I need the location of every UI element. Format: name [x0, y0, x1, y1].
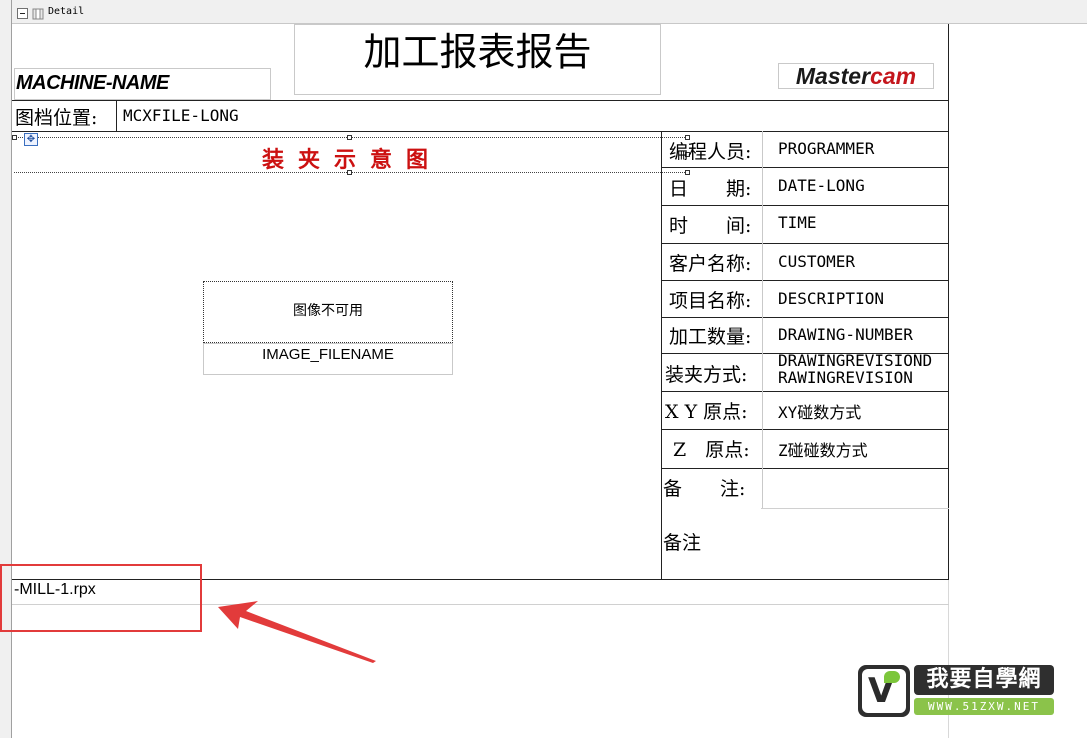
- grid-line: [661, 317, 949, 318]
- z-origin-label: Z 原点:: [673, 439, 750, 461]
- time-value[interactable]: TIME: [778, 213, 817, 232]
- mastercam-logo[interactable]: Mastercam: [778, 63, 934, 89]
- grid-line: [762, 131, 763, 508]
- project-name-value[interactable]: DESCRIPTION: [778, 289, 884, 308]
- watermark-url: WWW.51ZXW.NET: [914, 698, 1054, 715]
- band-icon: [32, 8, 44, 20]
- fixture-image-placeholder[interactable]: 图像不可用: [203, 281, 453, 343]
- grid-line: [661, 429, 949, 430]
- grid-line: [661, 391, 949, 392]
- quantity-value[interactable]: DRAWING-NUMBER: [778, 325, 913, 344]
- customer-label: 客户名称:: [669, 253, 752, 275]
- date-value[interactable]: DATE-LONG: [778, 176, 865, 195]
- project-name-label: 项目名称:: [669, 290, 752, 312]
- red-arrow-icon: [218, 601, 376, 663]
- grid-line: [661, 205, 949, 206]
- machine-name-text: MACHINE-NAME: [16, 72, 169, 94]
- report-margin-area: [948, 24, 1087, 738]
- move-handle-icon[interactable]: ✥: [24, 133, 38, 146]
- file-location-label: 图档位置:: [15, 107, 98, 129]
- grid-line: [12, 100, 949, 101]
- band-label: Detail: [48, 6, 85, 17]
- fixture-method-label: 装夹方式:: [665, 364, 748, 386]
- resize-handle[interactable]: [12, 135, 17, 140]
- grid-line: [661, 280, 949, 281]
- programmer-value[interactable]: PROGRAMMER: [778, 139, 874, 158]
- date-label: 日 期:: [669, 178, 752, 200]
- grid-line: [761, 508, 949, 509]
- watermark: V 我要自學網 WWW.51ZXW.NET: [858, 665, 1054, 717]
- detail-band-header[interactable]: [0, 0, 1087, 24]
- resize-handle[interactable]: [347, 135, 352, 140]
- fixture-diagram-title: 装夹示意图: [262, 147, 443, 173]
- grid-line: [661, 243, 949, 244]
- xy-origin-value[interactable]: XY碰数方式: [778, 399, 861, 423]
- watermark-title: 我要自學網: [914, 665, 1054, 695]
- info-panel: 编程人员: PROGRAMMER 日 期: DATE-LONG 时 间: TIM…: [661, 131, 949, 509]
- logo-text-main: Master: [795, 63, 871, 89]
- file-location-value[interactable]: MCXFILE-LONG: [123, 106, 239, 125]
- customer-value[interactable]: CUSTOMER: [778, 252, 855, 271]
- programmer-label: 编程人员:: [669, 141, 752, 163]
- xy-origin-label: X Y 原点:: [665, 401, 748, 423]
- grid-line: [661, 468, 949, 469]
- remarks-label: 备 注:: [663, 478, 746, 500]
- grid-line: [116, 100, 117, 131]
- fixture-method-line-1: DRAWINGREVISIOND: [778, 351, 933, 370]
- grid-line: [661, 167, 949, 168]
- logo-text-accent: cam: [870, 63, 917, 89]
- fixture-method-value[interactable]: DRAWINGREVISIOND RAWINGREVISION: [778, 352, 932, 386]
- time-label: 时 间:: [669, 215, 752, 237]
- highlight-box: [0, 564, 202, 632]
- notes-text[interactable]: 备注: [663, 528, 701, 555]
- z-origin-value[interactable]: Z碰碰数方式: [778, 437, 868, 461]
- image-filename-field[interactable]: IMAGE_FILENAME: [203, 343, 453, 375]
- quantity-label: 加工数量:: [669, 326, 752, 348]
- fixture-method-line-2: RAWINGREVISION: [778, 368, 913, 387]
- collapse-icon[interactable]: [17, 8, 28, 19]
- report-title[interactable]: 加工报表报告: [294, 24, 661, 95]
- leaf-icon: [884, 671, 900, 683]
